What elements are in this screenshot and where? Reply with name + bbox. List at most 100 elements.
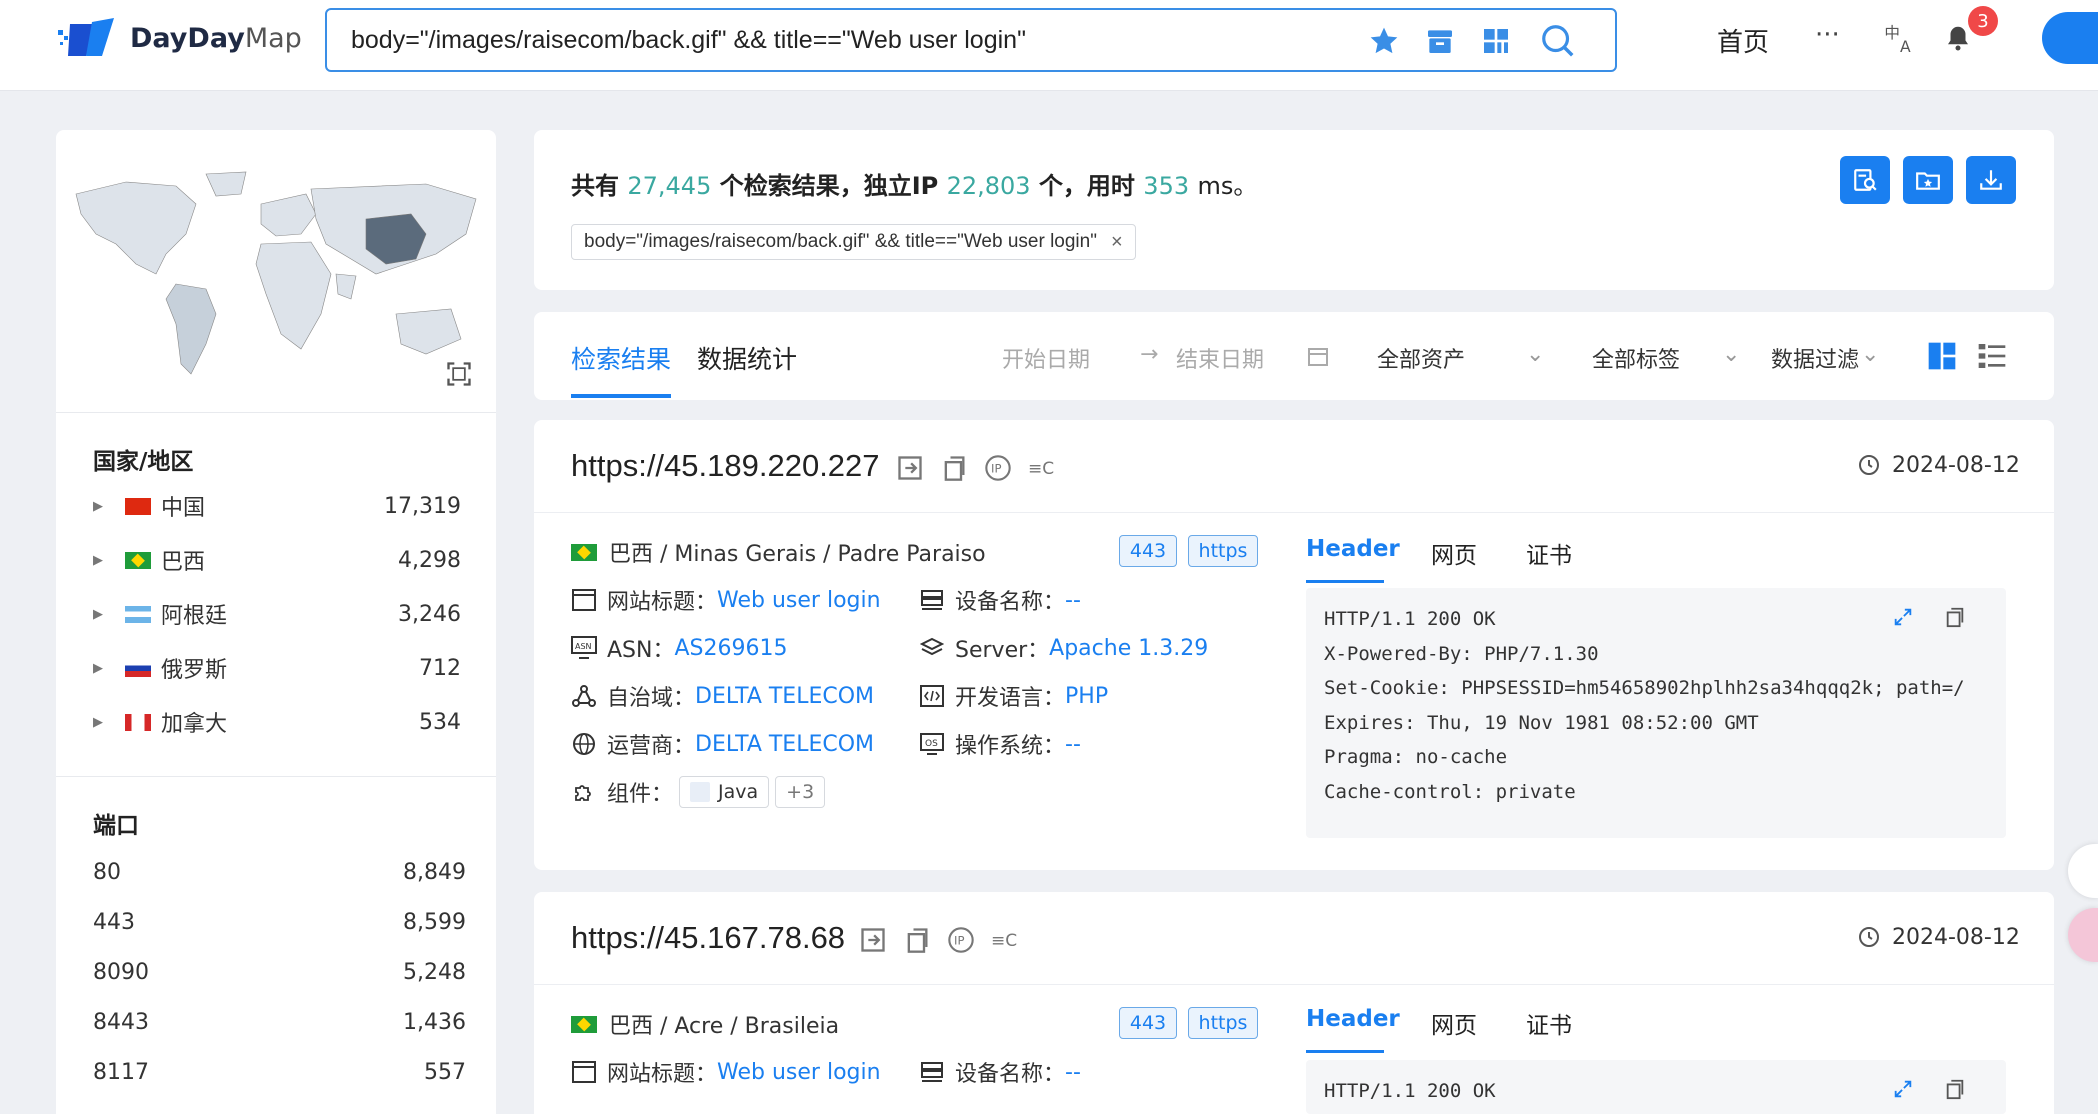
end-date-input[interactable]: 结束日期 <box>1176 342 1264 374</box>
device-label: 设备名称： <box>955 1062 1066 1087</box>
as-domain-value[interactable]: DELTA TELECOM <box>695 684 874 709</box>
svg-text:≡C: ≡C <box>1028 459 1054 479</box>
fullscreen-icon[interactable] <box>445 360 473 388</box>
top-bar: DayDayMap 首页 ··· 中A 3 <box>0 0 2098 91</box>
copy-icon[interactable] <box>940 454 968 482</box>
tag-select[interactable]: 全部标签 <box>1592 342 1680 374</box>
feedback-float-button[interactable] <box>2068 908 2098 962</box>
server-value[interactable]: Apache 1.3.29 <box>1049 636 1208 661</box>
device-label: 设备名称： <box>955 590 1066 615</box>
nav-more[interactable]: ··· <box>1815 20 1840 50</box>
logo[interactable]: DayDayMap <box>56 16 302 60</box>
help-float-button[interactable] <box>2068 844 2098 898</box>
copy-icon[interactable] <box>1944 1078 1966 1100</box>
asn-row: ASN ASN： AS269615 <box>571 632 787 664</box>
close-icon[interactable]: × <box>1111 231 1123 254</box>
isp-row: 运营商： DELTA TELECOM <box>571 728 874 760</box>
tab-certificate[interactable]: 证书 <box>1526 536 1572 570</box>
country-count: 17,319 <box>384 493 461 519</box>
flag-ru-icon <box>125 659 151 677</box>
svg-text:OS: OS <box>925 739 938 749</box>
start-date-input[interactable]: 开始日期 <box>1002 342 1090 374</box>
country-row[interactable]: ▶ 巴西 4,298 <box>93 540 461 580</box>
svg-text:中: 中 <box>1884 24 1900 42</box>
search-analysis-button[interactable] <box>1840 156 1890 204</box>
ip-icon[interactable]: IP <box>984 454 1012 482</box>
server-row: Server： Apache 1.3.29 <box>919 632 1208 664</box>
data-filter-select[interactable]: 数据过滤 <box>1771 342 1859 374</box>
copy-icon[interactable] <box>903 926 931 954</box>
port-number: 8443 <box>93 1009 149 1035</box>
country-row[interactable]: ▶ 中国 17,319 <box>93 486 461 526</box>
archive-icon[interactable] <box>1421 22 1459 60</box>
calendar-icon[interactable] <box>1306 344 1330 368</box>
list-view-icon[interactable] <box>1976 340 2008 372</box>
svg-text:A: A <box>1900 38 1911 55</box>
tab-results[interactable]: 检索结果 <box>571 340 671 376</box>
tab-header-underline <box>1306 1050 1384 1053</box>
ec-icon[interactable]: ≡C <box>1028 454 1056 482</box>
isp-value[interactable]: DELTA TELECOM <box>695 732 874 757</box>
components-label: 组件： <box>607 782 674 807</box>
star-icon[interactable] <box>1365 22 1403 60</box>
location-text: 巴西 / Minas Gerais / Padre Paraiso <box>609 542 986 567</box>
java-icon <box>690 782 711 802</box>
country-row[interactable]: ▶ 俄罗斯 712 <box>93 648 461 688</box>
favorite-folder-button[interactable] <box>1903 156 1953 204</box>
port-row[interactable]: 8117 557 <box>93 1052 466 1092</box>
card-view-icon[interactable] <box>1926 340 1958 372</box>
port-row[interactable]: 8090 5,248 <box>93 952 466 992</box>
port-row[interactable]: 8443 1,436 <box>93 1002 466 1042</box>
folder-star-icon <box>1916 172 1940 190</box>
grid-icon[interactable] <box>1477 22 1515 60</box>
protocol-pill[interactable]: https <box>1188 535 1258 567</box>
result-url[interactable]: https://45.167.78.68 <box>571 920 845 956</box>
lang-row: 开发语言： PHP <box>919 680 1108 712</box>
asn-value[interactable]: AS269615 <box>674 636 787 661</box>
site-title-value[interactable]: Web user login <box>717 588 881 613</box>
avatar[interactable] <box>2042 12 2098 64</box>
divider <box>56 412 496 413</box>
as-domain-label: 自治域： <box>607 686 696 711</box>
tab-header[interactable]: Header <box>1306 536 1400 562</box>
search-input[interactable] <box>351 20 1351 60</box>
site-title-label: 网站标题： <box>607 590 718 615</box>
code-icon <box>919 683 945 709</box>
translate-icon[interactable]: 中A <box>1880 18 1920 58</box>
component-more[interactable]: +3 <box>775 776 826 808</box>
tab-webpage[interactable]: 网页 <box>1431 1006 1477 1040</box>
summary-prefix: 共有 <box>571 172 619 200</box>
result-url[interactable]: https://45.189.220.227 <box>571 448 880 484</box>
expand-icon[interactable] <box>1892 1078 1914 1100</box>
port-number: 443 <box>93 909 135 935</box>
protocol-pill[interactable]: https <box>1188 1007 1258 1039</box>
ec-icon[interactable]: ≡C <box>991 926 1019 954</box>
tab-header[interactable]: Header <box>1306 1006 1400 1032</box>
site-title-value[interactable]: Web user login <box>717 1060 881 1085</box>
open-link-icon[interactable] <box>859 926 887 954</box>
port-row[interactable]: 80 8,849 <box>93 852 466 892</box>
download-button[interactable] <box>1966 156 2016 204</box>
ip-icon[interactable]: IP <box>947 926 975 954</box>
total-results: 27,445 <box>627 172 712 200</box>
tab-certificate[interactable]: 证书 <box>1526 1006 1572 1040</box>
query-tag-text: body="/images/raisecom/back.gif" && titl… <box>584 231 1097 252</box>
component-tag[interactable]: Java <box>679 776 770 808</box>
port-pill[interactable]: 443 <box>1119 1007 1177 1039</box>
country-row[interactable]: ▶ 阿根廷 3,246 <box>93 594 461 634</box>
expand-icon[interactable] <box>1892 606 1914 628</box>
open-link-icon[interactable] <box>896 454 924 482</box>
copy-icon[interactable] <box>1944 606 1966 628</box>
asset-select[interactable]: 全部资产 <box>1377 342 1465 374</box>
layers-icon <box>919 635 945 661</box>
lang-value[interactable]: PHP <box>1065 684 1108 709</box>
port-row[interactable]: 443 8,599 <box>93 902 466 942</box>
svg-text:≡C: ≡C <box>991 931 1017 951</box>
country-row[interactable]: ▶ 加拿大 534 <box>93 702 461 742</box>
port-pill[interactable]: 443 <box>1119 535 1177 567</box>
nav-home[interactable]: 首页 <box>1717 22 1769 59</box>
tab-stats[interactable]: 数据统计 <box>697 340 797 376</box>
tab-webpage[interactable]: 网页 <box>1431 536 1477 570</box>
search-icon[interactable] <box>1539 22 1577 60</box>
site-title-row: 网站标题： Web user login <box>571 584 881 616</box>
